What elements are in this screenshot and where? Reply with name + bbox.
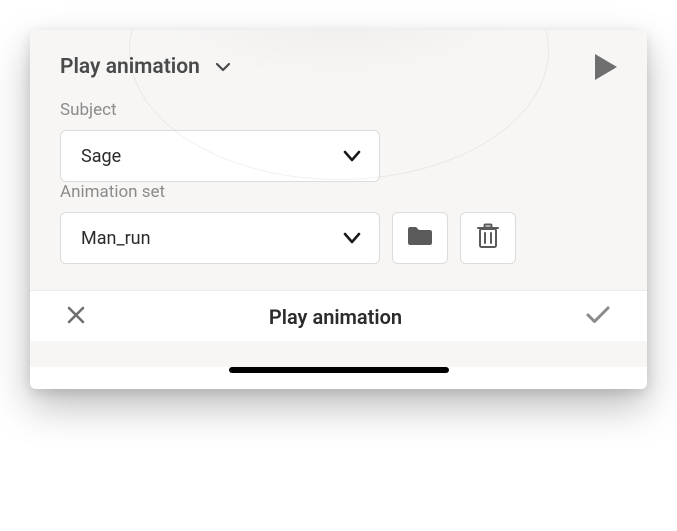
browse-button[interactable] [392,212,448,264]
play-icon[interactable] [595,54,617,80]
subject-value: Sage [81,146,121,167]
panel-content: Play animation Subject Sage [30,30,647,290]
animation-set-label: Animation set [60,182,617,202]
header-row: Play animation [60,54,617,80]
chevron-down-icon [216,60,230,74]
animation-set-select[interactable]: Man_run [60,212,380,264]
chevron-down-icon [343,147,361,165]
footer-title: Play animation [269,305,402,329]
footer-bar: Play animation [30,290,647,341]
action-editor-panel: Play animation Subject Sage [30,30,647,389]
folder-icon [406,225,434,251]
trash-icon [477,223,499,253]
home-indicator[interactable] [229,367,449,373]
subject-select[interactable]: Sage [60,130,380,182]
cancel-button[interactable] [66,305,86,329]
check-icon [585,305,611,329]
action-type-selector[interactable]: Play animation [60,55,230,79]
subject-field: Subject Sage [60,100,617,182]
delete-button[interactable] [460,212,516,264]
animation-set-value: Man_run [81,228,151,249]
chevron-down-icon [343,229,361,247]
animation-set-field: Animation set Man_run [60,182,617,264]
action-type-label: Play animation [60,55,200,79]
subject-label: Subject [60,100,617,120]
confirm-button[interactable] [585,305,611,329]
home-indicator-area [30,367,647,389]
close-icon [66,305,86,329]
